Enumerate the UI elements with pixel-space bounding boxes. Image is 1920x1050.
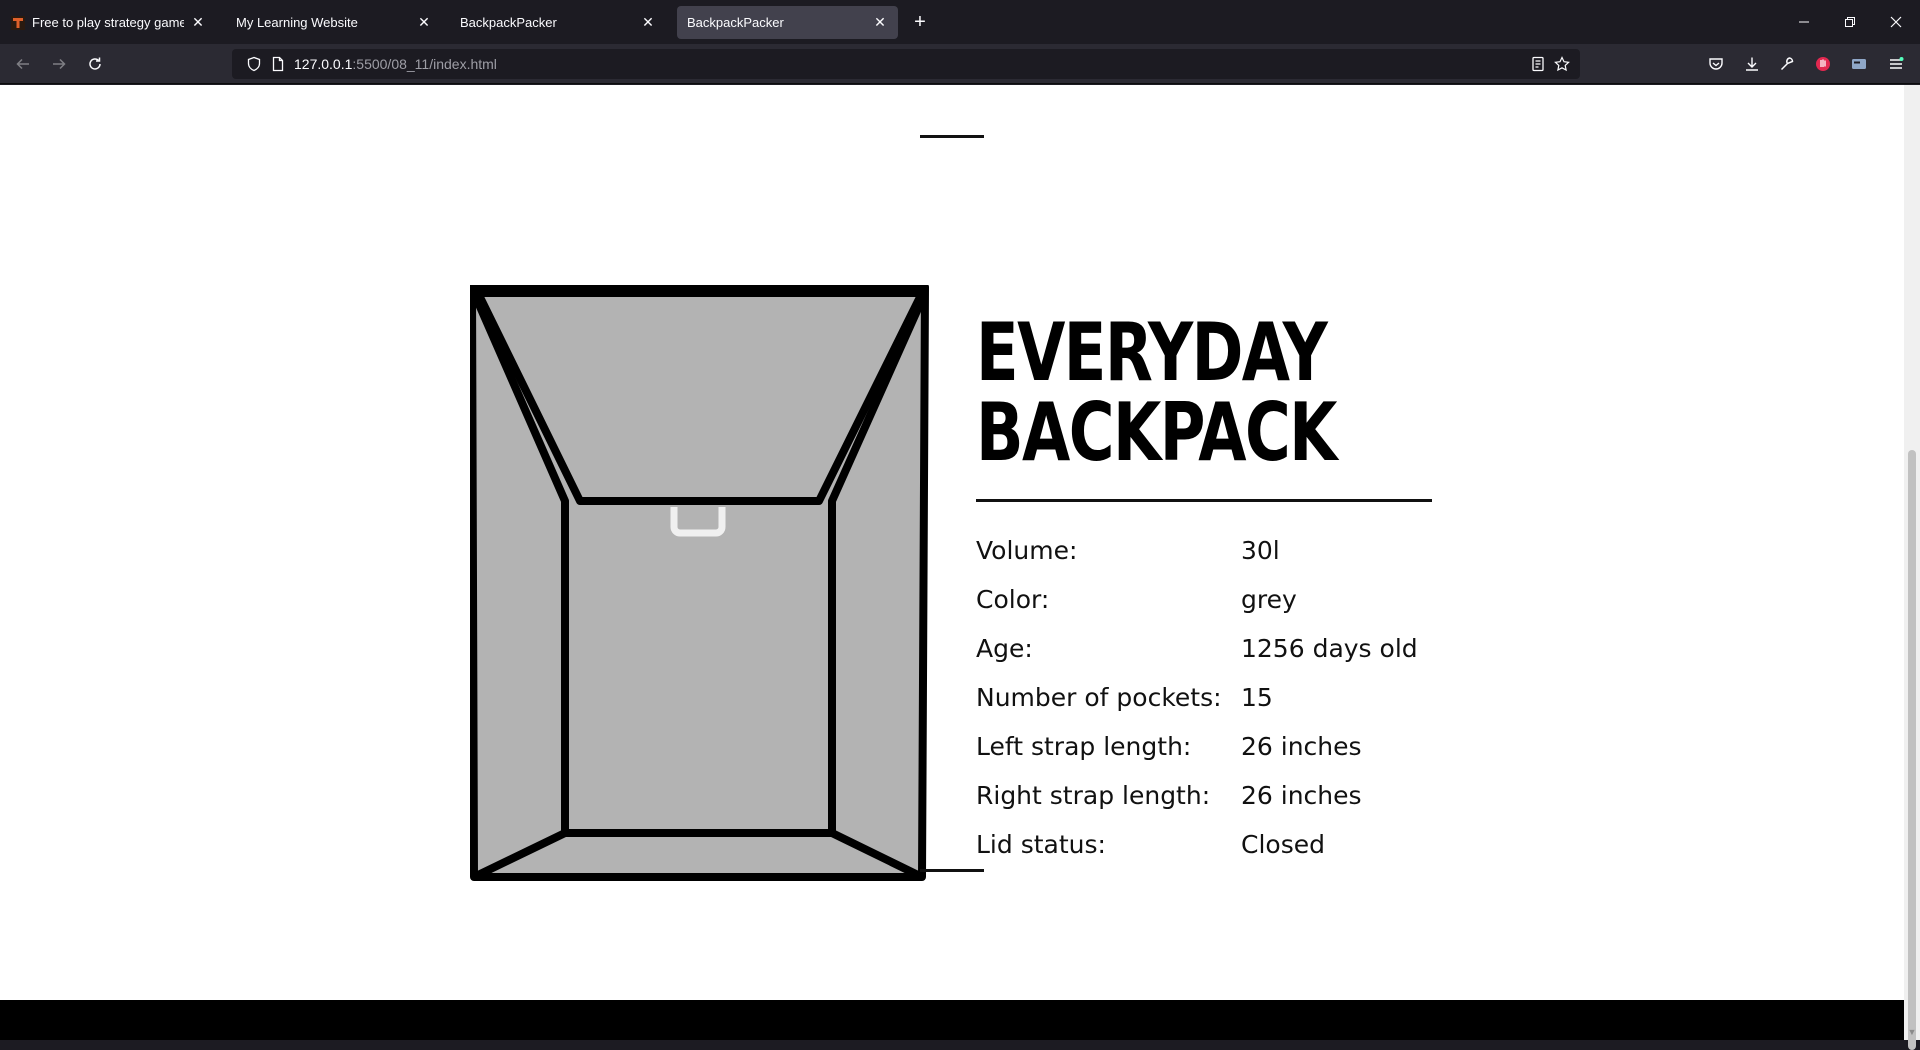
navigation-toolbar: 127.0.0.1:5500/08_11/index.html — [0, 44, 1920, 84]
property-row-age: Age: 1256 days old — [976, 624, 1432, 673]
title-line-1: EVERYDAY — [976, 306, 1328, 399]
property-label: Number of pockets: — [976, 683, 1222, 712]
page-footer — [0, 1000, 1904, 1040]
property-value: grey — [1241, 585, 1297, 614]
property-label: Age: — [976, 634, 1033, 663]
close-window-icon[interactable] — [1873, 0, 1919, 44]
tab-close-icon[interactable]: ✕ — [640, 14, 656, 31]
tab-title: My Learning Website — [236, 15, 358, 30]
tab-backpackpacker-active[interactable]: BackpackPacker ✕ — [677, 6, 898, 39]
account-card-icon[interactable] — [1845, 50, 1873, 78]
backpack-illustration — [470, 285, 929, 881]
reload-icon[interactable] — [81, 50, 109, 78]
star-icon[interactable] — [1554, 56, 1570, 77]
extension-icon[interactable] — [1809, 50, 1837, 78]
minimize-icon[interactable] — [1781, 0, 1827, 44]
property-label: Right strap length: — [976, 781, 1211, 810]
property-value: Closed — [1241, 830, 1325, 859]
url-text[interactable]: 127.0.0.1:5500/08_11/index.html — [294, 49, 497, 79]
tab-close-icon[interactable]: ✕ — [872, 14, 888, 31]
property-label: Left strap length: — [976, 732, 1192, 761]
tab-strategy-game[interactable]: Free to play strategy game online ✕ — [0, 6, 216, 39]
scrollbar-thumb[interactable] — [1908, 450, 1916, 1050]
page-icon[interactable] — [270, 56, 286, 77]
property-row-left-strap: Left strap length: 26 inches — [976, 722, 1432, 771]
property-row-volume: Volume: 30l — [976, 526, 1432, 575]
tab-bar: Free to play strategy game online ✕ My L… — [0, 0, 1920, 44]
properties-list: Volume: 30l Color: grey Age: 1256 days o… — [976, 526, 1432, 869]
property-row-lid-status: Lid status: Closed — [976, 820, 1432, 869]
section-divider-top — [920, 135, 984, 138]
title-underline — [976, 499, 1432, 502]
property-value: 1256 days old — [1241, 634, 1418, 663]
tab-backpackpacker[interactable]: BackpackPacker ✕ — [450, 6, 666, 39]
property-row-color: Color: grey — [976, 575, 1432, 624]
url-path: :5500/08_11/index.html — [352, 56, 497, 72]
shield-icon[interactable] — [246, 56, 262, 77]
property-value: 30l — [1241, 536, 1280, 565]
property-value: 26 inches — [1241, 732, 1362, 761]
tab-close-icon[interactable]: ✕ — [190, 14, 206, 31]
reader-view-icon[interactable] — [1530, 56, 1546, 77]
strategy-game-favicon-icon — [10, 15, 26, 31]
page-viewport: EVERYDAY BACKPACK Volume: 30l Color: gre… — [0, 85, 1904, 1000]
page-title: EVERYDAY BACKPACK — [976, 313, 1428, 473]
vertical-scrollbar[interactable]: ▼ — [1904, 85, 1920, 1050]
title-line-2: BACKPACK — [976, 386, 1338, 479]
property-row-right-strap: Right strap length: 26 inches — [976, 771, 1432, 820]
tab-title: Free to play strategy game online — [32, 15, 184, 30]
back-arrow-icon[interactable] — [9, 50, 37, 78]
property-row-pockets: Number of pockets: 15 — [976, 673, 1432, 722]
tab-close-icon[interactable]: ✕ — [416, 14, 432, 31]
property-label: Color: — [976, 585, 1050, 614]
property-value: 15 — [1241, 683, 1273, 712]
property-value: 26 inches — [1241, 781, 1362, 810]
backpack-info: EVERYDAY BACKPACK Volume: 30l Color: gre… — [976, 313, 1432, 869]
url-host: 127.0.0.1 — [294, 56, 353, 72]
tab-title: BackpackPacker — [460, 15, 557, 30]
property-label: Lid status: — [976, 830, 1106, 859]
scroll-down-arrow-icon[interactable]: ▼ — [1904, 1025, 1920, 1039]
new-tab-plus-icon[interactable]: + — [908, 10, 932, 34]
forward-arrow-icon[interactable] — [45, 50, 73, 78]
tab-title: BackpackPacker — [687, 15, 784, 30]
url-bar[interactable]: 127.0.0.1:5500/08_11/index.html — [232, 49, 1580, 79]
wrench-icon[interactable] — [1773, 50, 1801, 78]
restore-icon[interactable] — [1827, 0, 1873, 44]
section-divider-bottom — [920, 869, 984, 872]
property-label: Volume: — [976, 536, 1078, 565]
tab-my-learning-website[interactable]: My Learning Website ✕ — [226, 6, 442, 39]
pocket-icon[interactable] — [1702, 50, 1730, 78]
hamburger-menu-icon[interactable] — [1882, 50, 1910, 78]
download-icon[interactable] — [1738, 50, 1766, 78]
